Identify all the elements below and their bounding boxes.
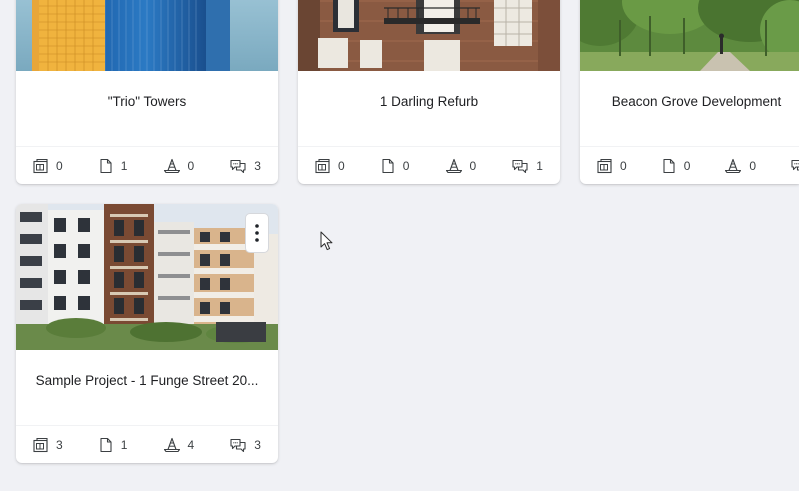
project-title[interactable]: Beacon Grove Development (580, 94, 799, 109)
documents-count: 1 (98, 437, 127, 453)
document-icon (380, 158, 396, 174)
drawings-count: 3 (32, 437, 63, 453)
traffic-cone-icon (163, 437, 181, 453)
documents-count: 0 (661, 158, 690, 174)
issues-count: 0 (163, 158, 194, 174)
project-card-1-darling-refurb[interactable]: 1 Darling Refurb 0 0 0 1 (298, 0, 560, 184)
project-stats: 0 0 0 (580, 146, 799, 184)
project-stats: 0 1 0 3 (16, 146, 278, 184)
issues-count: 0 (724, 158, 756, 174)
chat-bubbles-icon (229, 158, 247, 174)
project-thumbnail (298, 0, 560, 71)
chat-bubbles-icon (790, 158, 799, 174)
issues-count: 4 (163, 437, 194, 453)
project-stats: 3 1 4 3 (16, 425, 278, 463)
vertical-dots-icon (255, 224, 259, 242)
project-stats: 0 0 0 1 (298, 146, 560, 184)
drawings-count: 0 (314, 158, 345, 174)
building-plan-icon (32, 437, 49, 453)
document-icon (98, 158, 114, 174)
comments-count: 3 (229, 437, 261, 453)
document-icon (661, 158, 677, 174)
chat-bubbles-icon (511, 158, 529, 174)
issues-count: 0 (445, 158, 476, 174)
drawings-count: 0 (32, 158, 63, 174)
chat-bubbles-icon (229, 437, 247, 453)
project-thumbnail (16, 0, 278, 71)
project-title[interactable]: 1 Darling Refurb (298, 94, 560, 109)
document-icon (98, 437, 114, 453)
comments-count: 1 (511, 158, 543, 174)
project-thumbnail (580, 0, 799, 71)
building-plan-icon (314, 158, 331, 174)
traffic-cone-icon (724, 158, 742, 174)
building-plan-icon (596, 158, 613, 174)
drawings-count: 0 (596, 158, 627, 174)
project-title[interactable]: "Trio" Towers (16, 94, 278, 109)
project-thumbnail (16, 204, 278, 350)
comments-count (790, 158, 799, 174)
building-plan-icon (32, 158, 49, 174)
project-card-trio-towers[interactable]: "Trio" Towers 0 1 0 3 (16, 0, 278, 184)
project-card-beacon-grove[interactable]: Beacon Grove Development 0 0 0 (580, 0, 799, 184)
documents-count: 1 (98, 158, 127, 174)
mouse-cursor-icon (320, 231, 333, 251)
traffic-cone-icon (163, 158, 181, 174)
project-card-sample-project[interactable]: Sample Project - 1 Funge Street 20... 3 … (16, 204, 278, 463)
comments-count: 3 (229, 158, 261, 174)
documents-count: 0 (380, 158, 409, 174)
project-menu-button[interactable] (245, 213, 269, 253)
project-title[interactable]: Sample Project - 1 Funge Street 20... (16, 373, 278, 388)
traffic-cone-icon (445, 158, 463, 174)
